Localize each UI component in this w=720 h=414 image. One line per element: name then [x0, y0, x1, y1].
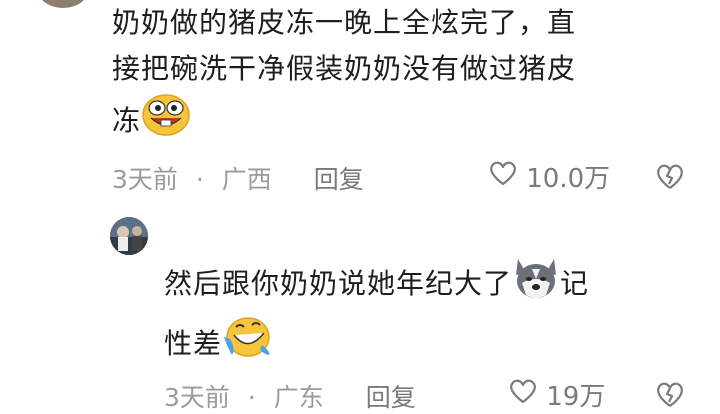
replier-avatar[interactable]: [110, 217, 148, 255]
meta-separator: ·: [195, 165, 204, 194]
reply-like-button[interactable]: 19万: [508, 376, 605, 413]
comment-line-3: 冻: [112, 92, 692, 152]
grinning-emoji-icon: [141, 92, 191, 152]
reply-broken-heart-icon[interactable]: [654, 380, 686, 414]
reply-meta-separator: ·: [247, 383, 256, 412]
reply-line-1: 然后跟你奶奶说她年纪大了 记: [164, 255, 684, 315]
reply-time: 3天前: [164, 383, 230, 412]
reply-reply-button[interactable]: 回复: [366, 378, 416, 414]
reply-meta: 3天前 · 广东 回复: [164, 378, 416, 414]
reply-location: 广东: [273, 383, 324, 412]
reply-heart-icon: [508, 377, 538, 412]
like-button[interactable]: 10.0万: [488, 158, 610, 195]
comment-line-2: 接把碗洗干净假装奶奶没有做过猪皮: [112, 52, 577, 85]
comment-time: 3天前: [112, 165, 178, 194]
reply-body: 然后跟你奶奶说她年纪大了 记 性差: [164, 255, 684, 375]
rolling-laughing-emoji-icon: [222, 315, 272, 375]
reply-line-1-text: 然后跟你奶奶说她年纪大了: [164, 267, 513, 300]
comment-location: 广西: [221, 165, 272, 194]
comment-body: 奶奶做的猪皮冻一晚上全炫完了，直 接把碗洗干净假装奶奶没有做过猪皮 冻: [112, 0, 692, 152]
comment-meta: 3天前 · 广西 回复: [112, 160, 364, 196]
reply-button[interactable]: 回复: [314, 160, 364, 196]
broken-heart-icon[interactable]: [654, 162, 686, 196]
reply-like-count: 19万: [546, 382, 606, 412]
reply-line-2: 性差: [164, 315, 684, 375]
comment-line-1: 奶奶做的猪皮冻一晚上全炫完了，直: [112, 6, 577, 39]
reply-line-1-end: 记: [560, 267, 590, 300]
comment-line-3-text: 冻: [112, 104, 142, 137]
like-count: 10.0万: [526, 164, 611, 194]
reply-line-2-text: 性差: [164, 327, 223, 360]
heart-icon: [488, 159, 518, 194]
commenter-avatar[interactable]: [38, 0, 88, 8]
husky-dog-emoji-icon: [512, 255, 560, 315]
